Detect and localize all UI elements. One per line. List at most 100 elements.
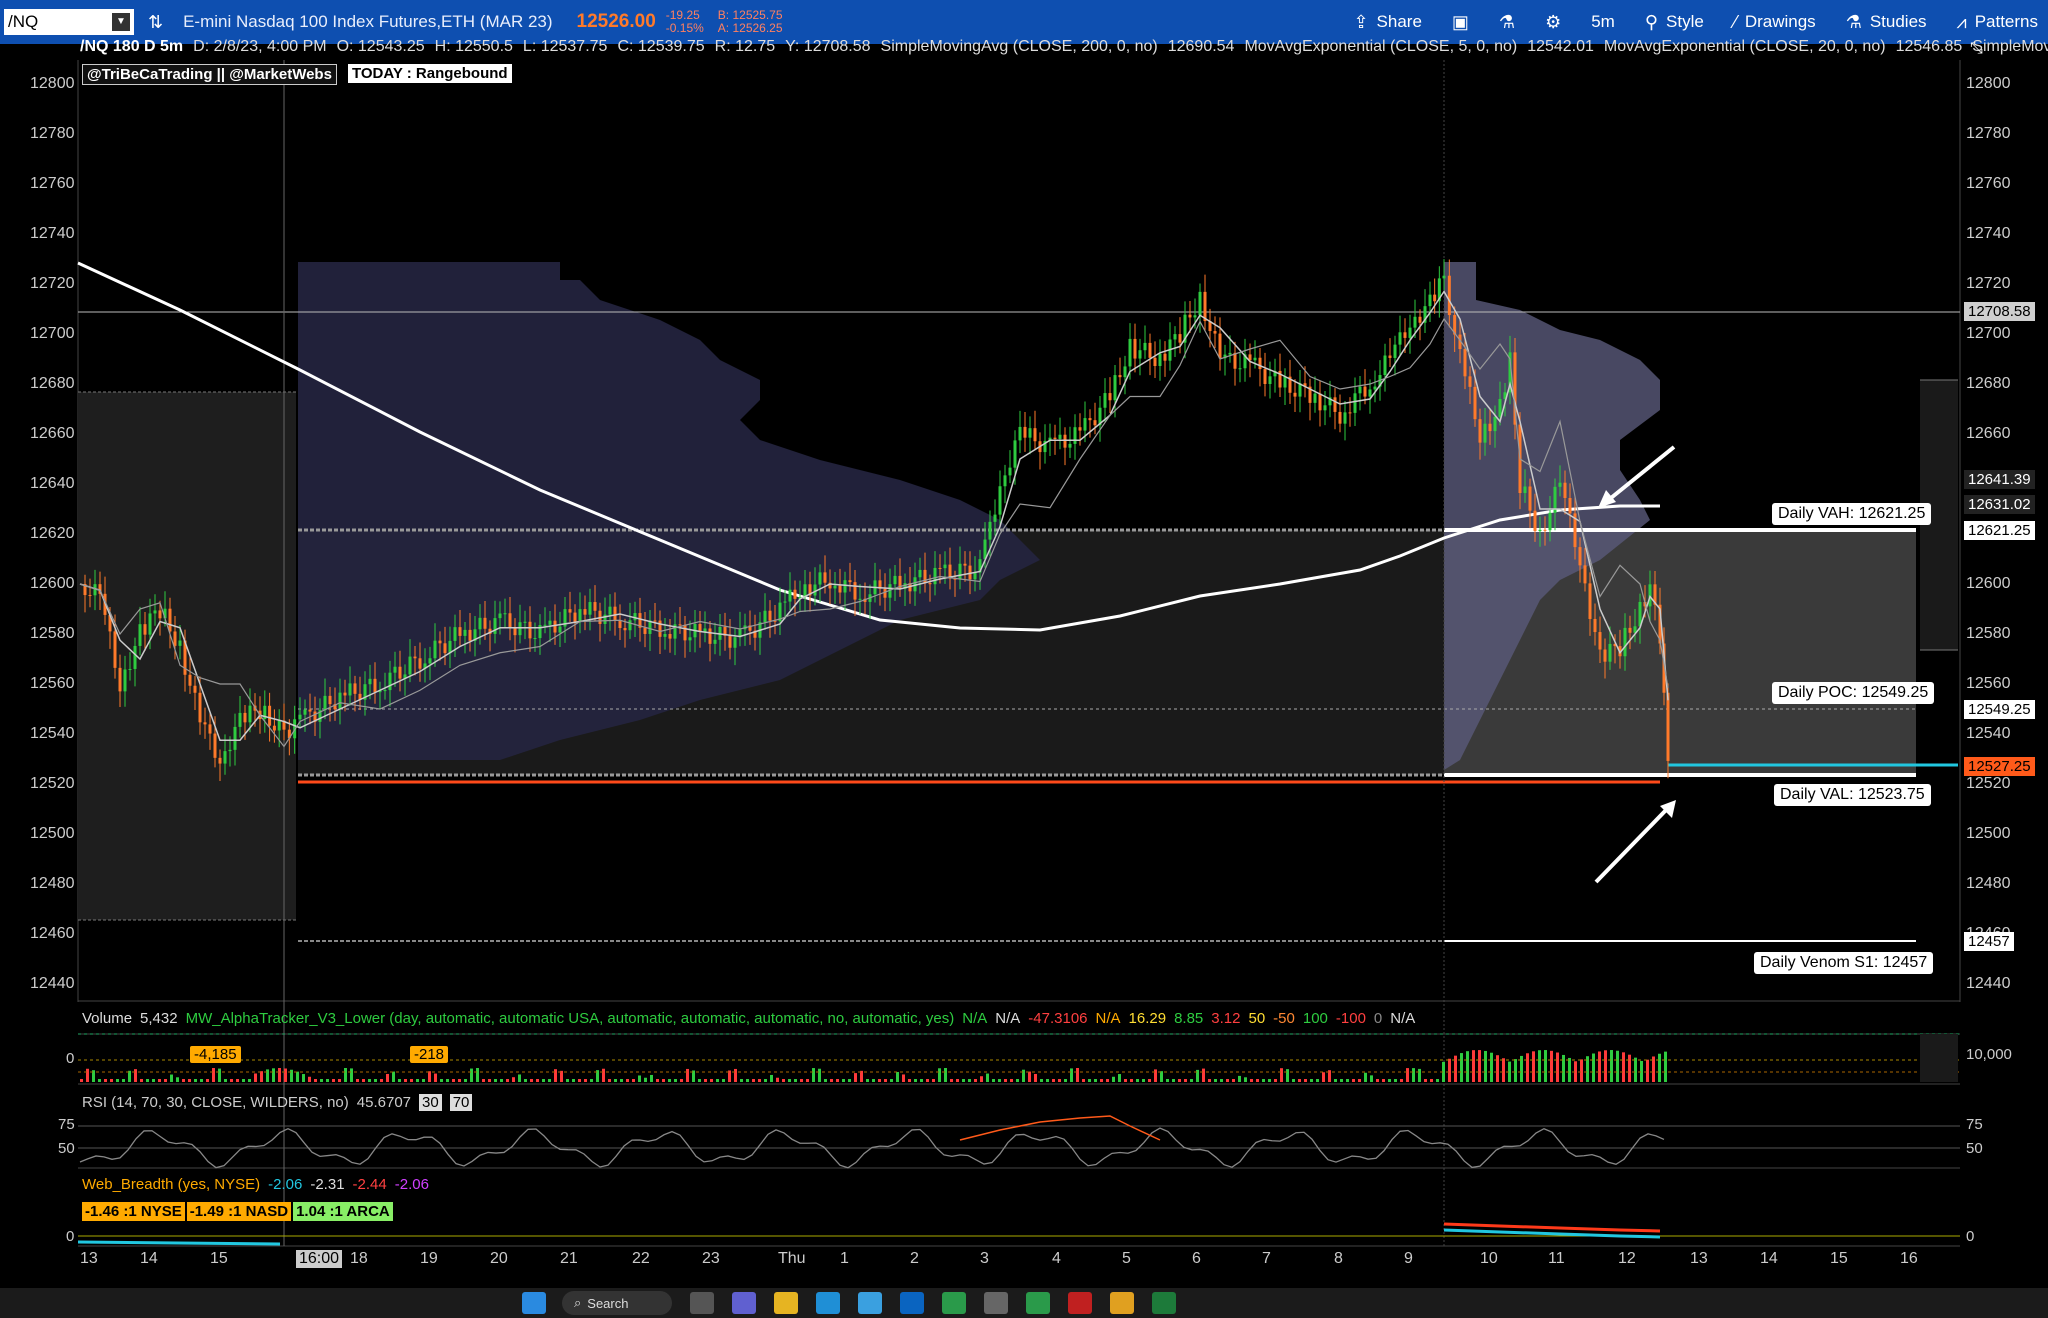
volume-bar [1466, 1051, 1469, 1082]
watermark-handle: @TriBeCaTrading || @MarketWebs [82, 64, 337, 85]
y-tick-left: 12540 [30, 725, 75, 742]
candle-body [1088, 418, 1092, 421]
volume-bars [80, 1050, 1667, 1082]
rsi-label: RSI (14, 70, 30, CLOSE, WILDERS, no) [82, 1094, 349, 1111]
candle-body [613, 606, 617, 621]
candle-body [928, 583, 932, 585]
volume-bar [1268, 1079, 1271, 1082]
volume-bar [830, 1079, 833, 1082]
candle-body [1323, 405, 1327, 411]
windows-taskbar: ⌕ Search [0, 1288, 2048, 1318]
x-tick: 8 [1334, 1250, 1343, 1267]
candle-body [1318, 393, 1322, 411]
daily-vah-label: Daily VAH: 12621.25 [1772, 503, 1932, 525]
candle-body [1103, 393, 1107, 408]
chrome-icon[interactable] [1110, 1292, 1134, 1314]
volume-bar [1304, 1079, 1307, 1082]
volume-bar [1046, 1079, 1049, 1082]
edge-icon[interactable] [816, 1292, 840, 1314]
volume-bar [158, 1079, 161, 1082]
volume-bar [1484, 1050, 1487, 1082]
candle-body [438, 640, 442, 644]
rsi-axis-right-50: 50 [1966, 1140, 1983, 1157]
candle-body [1238, 368, 1242, 370]
candle-body [1228, 352, 1232, 355]
volume-tag-1: -4,185 [190, 1046, 241, 1063]
app-icon-red[interactable] [1068, 1292, 1092, 1314]
volume-bar [1664, 1051, 1667, 1082]
candle-body [408, 656, 412, 675]
candle-body [1498, 399, 1502, 417]
volume-bar [896, 1071, 899, 1082]
volume-bar [1166, 1079, 1169, 1082]
candle-body [503, 613, 507, 615]
app-icon-green[interactable] [942, 1292, 966, 1314]
excel-icon[interactable] [1152, 1292, 1176, 1314]
volume-bar [1436, 1079, 1439, 1082]
candle-body [223, 751, 227, 764]
y-tick-left: 12660 [30, 425, 75, 442]
volume-bar [86, 1068, 89, 1082]
volume-bar [1592, 1053, 1595, 1082]
candle-body [608, 606, 612, 615]
volume-bar [680, 1079, 683, 1082]
volume-bar [956, 1079, 959, 1082]
app-icon-gray[interactable] [984, 1292, 1008, 1314]
candle-body [883, 588, 887, 598]
rsi-axis-left-75: 75 [58, 1116, 75, 1133]
volume-bar [872, 1079, 875, 1082]
x-tick: 13 [1690, 1250, 1708, 1267]
volume-bar [230, 1079, 233, 1082]
y-tick-left: 12600 [30, 575, 75, 592]
candle-body [1198, 291, 1202, 316]
task-view-icon[interactable] [690, 1292, 714, 1314]
volume-bar [1154, 1069, 1157, 1082]
volume-bar [488, 1079, 491, 1082]
volume-bar [854, 1073, 857, 1082]
candle-body [243, 712, 247, 723]
candle-body [678, 624, 682, 626]
daily-venom-label: Daily Venom S1: 12457 [1754, 952, 1934, 974]
candle-body [1488, 423, 1492, 432]
volume-bar [890, 1079, 893, 1082]
volume-bar [1256, 1079, 1259, 1082]
candle-body [1593, 618, 1597, 633]
volume-bar [368, 1079, 371, 1082]
volume-bar [380, 1079, 383, 1082]
candle-body [1153, 357, 1157, 366]
volume-bar [308, 1076, 311, 1082]
volume-bar [1274, 1079, 1277, 1082]
store-icon[interactable] [858, 1292, 882, 1314]
volume-bar [548, 1079, 551, 1082]
candle-body [523, 621, 527, 623]
y-tick-right: 12520 [1966, 775, 2011, 792]
candle-body [1293, 392, 1297, 397]
mail-icon[interactable] [900, 1292, 924, 1314]
file-explorer-icon[interactable] [774, 1292, 798, 1314]
y-tick-right: 12560 [1966, 675, 2011, 692]
volume-bar [1604, 1050, 1607, 1082]
candle-body [553, 620, 557, 633]
teams-icon[interactable] [732, 1292, 756, 1314]
y-tick-left: 12460 [30, 925, 75, 942]
volume-bar [1280, 1068, 1283, 1082]
volume-bar [1136, 1079, 1139, 1082]
volume-bar [878, 1079, 881, 1082]
candle-body [998, 486, 1002, 515]
volume-bar [1010, 1079, 1013, 1082]
volume-bar [356, 1079, 359, 1082]
volume-bar [716, 1079, 719, 1082]
candle-body [973, 572, 977, 580]
windows-start-icon[interactable] [522, 1292, 546, 1314]
candle-body [708, 628, 712, 644]
volume-bar [770, 1074, 773, 1082]
volume-bar [1646, 1059, 1649, 1082]
taskbar-search[interactable]: ⌕ Search [562, 1291, 672, 1315]
x-tick: 7 [1262, 1250, 1271, 1267]
volume-bar [398, 1079, 401, 1082]
thinkorswim-icon[interactable] [1026, 1292, 1050, 1314]
y-tick-right: 12660 [1966, 425, 2011, 442]
candle-body [943, 564, 947, 569]
candle-body [1563, 482, 1567, 498]
breadth-ratio-tags: -1.46 :1 NYSE -1.49 :1 NASD 1.04 :1 ARCA [82, 1202, 393, 1221]
